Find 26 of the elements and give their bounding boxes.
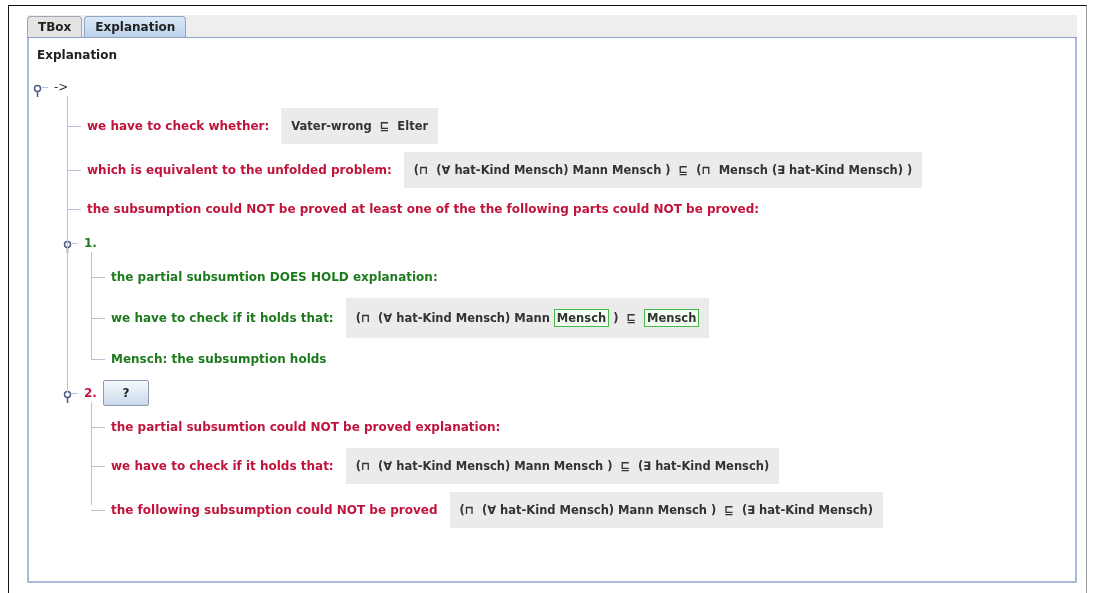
node-label: the partial subsumtion could NOT be proved explanation:: [111, 420, 501, 434]
node-label: we have to check if it holds that:: [111, 459, 334, 473]
tree-toggle-icon[interactable]: [33, 84, 42, 98]
node-label: ->: [54, 80, 69, 94]
node-label: 1.: [84, 236, 97, 250]
node-label: 2.: [84, 386, 97, 400]
node-label: we have to check whether:: [87, 119, 270, 133]
highlighted-term: Mensch: [644, 309, 700, 327]
tab[interactable]: TBox: [27, 16, 83, 37]
formula-text: (⊓ (∀ hat-Kind Mensch) Mann Mensch ) ⊑ (∃ hat-Kind Mensch): [459, 503, 874, 517]
highlighted-term: Mensch: [553, 309, 610, 327]
node-label: which is equivalent to the unfolded problem:: [87, 163, 392, 177]
node-label: Mensch: the subsumption holds: [111, 352, 327, 366]
formula-text: (⊓ (∀ hat-Kind Mensch) Mann: [355, 311, 550, 325]
node-label: the following subsumption could NOT be proved: [111, 503, 438, 517]
node-label: the partial subsumtion DOES HOLD explanation:: [111, 270, 438, 284]
node-label: we have to check if it holds that:: [111, 311, 334, 325]
tab[interactable]: Explanation: [84, 16, 187, 37]
panel-title: Explanation: [37, 48, 118, 62]
formula-text: (⊓ (∀ hat-Kind Mensch) Mann Mensch ) ⊑ (⊓ Mensch (∃ hat-Kind Mensch) ): [413, 163, 913, 177]
node-label: the subsumption could NOT be proved at least one of the the following parts could NOT be proved:: [87, 202, 760, 216]
formula-text: Vater-wrong ⊑ Elter: [291, 119, 429, 133]
tree-toggle-icon[interactable]: [63, 390, 72, 404]
help-button[interactable]: ?: [102, 380, 149, 406]
formula-text: (⊓ (∀ hat-Kind Mensch) Mann Mensch ) ⊑ (∃ hat-Kind Mensch): [355, 459, 770, 473]
formula-text: ) ⊑: [613, 311, 638, 325]
